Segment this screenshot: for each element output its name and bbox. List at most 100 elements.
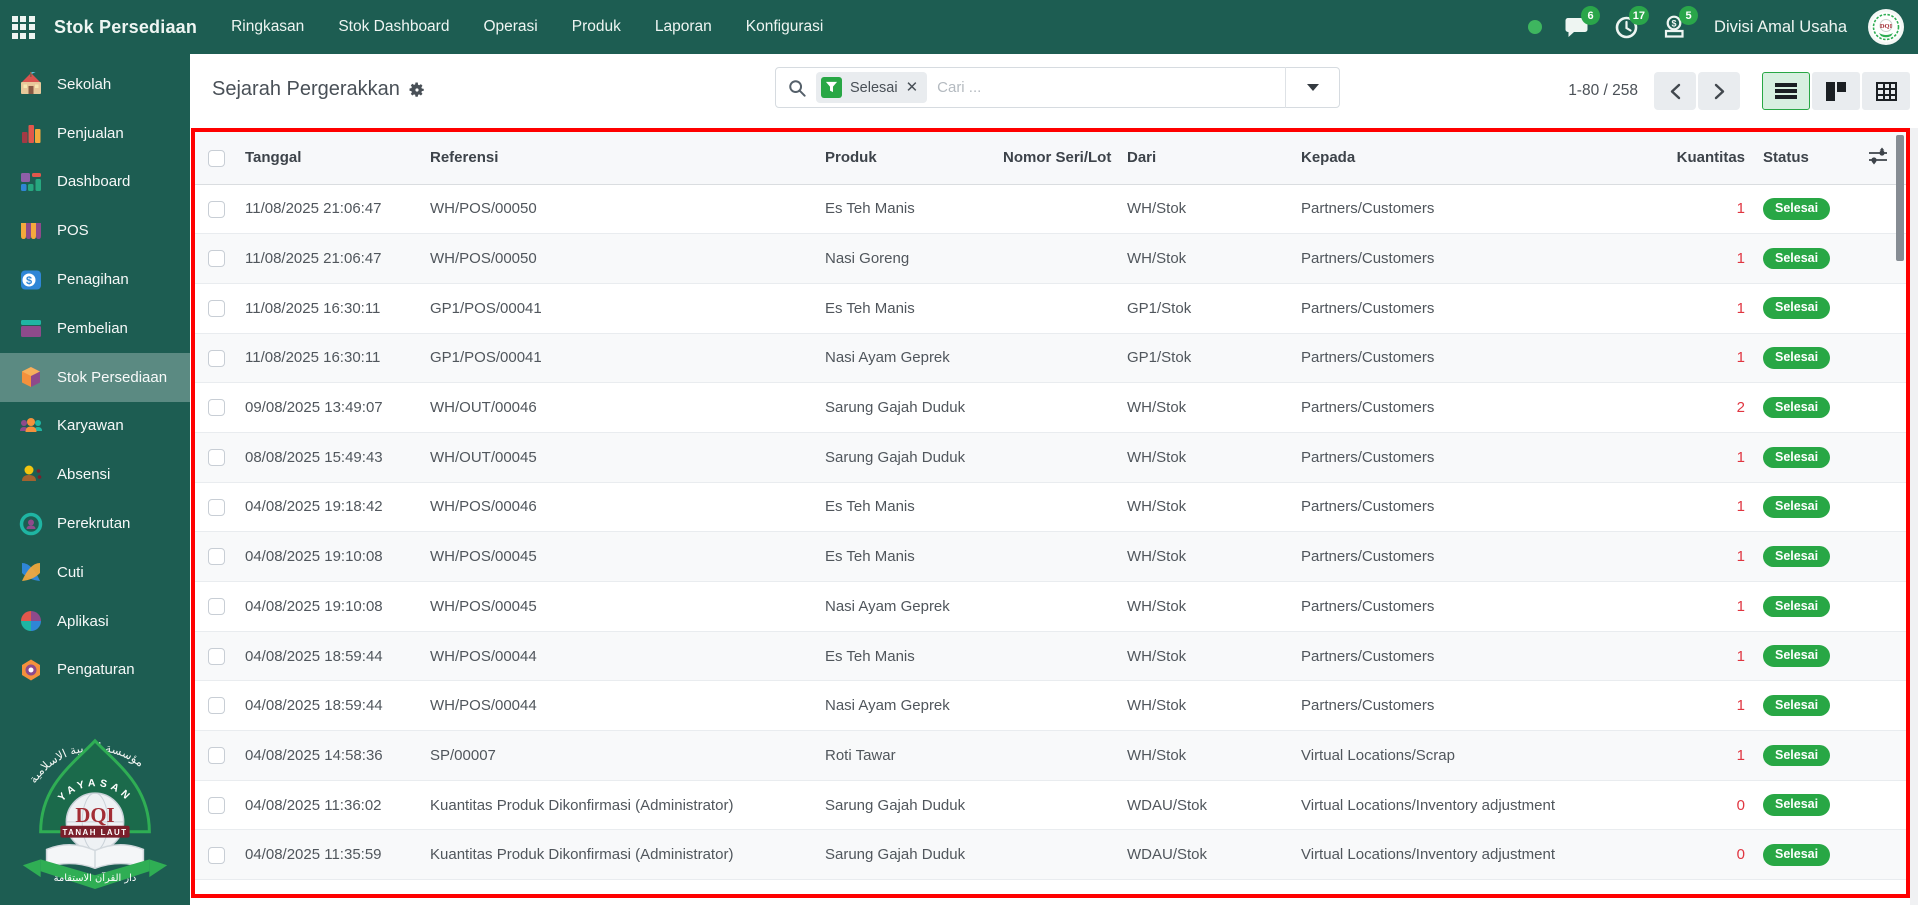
- sidebar-item-stok-persediaan[interactable]: Stok Persediaan: [0, 353, 190, 402]
- cell-checkbox[interactable]: [195, 780, 237, 830]
- company-name[interactable]: Divisi Amal Usaha: [1714, 18, 1847, 37]
- cell-checkbox[interactable]: [195, 234, 237, 284]
- row-checkbox[interactable]: [208, 847, 225, 864]
- view-settings-gear-icon[interactable]: [408, 81, 426, 99]
- cell-checkbox[interactable]: [195, 184, 237, 234]
- cell-status: Selesai: [1753, 681, 1850, 731]
- menu-laporan[interactable]: Laporan: [655, 18, 712, 36]
- cell-checkbox[interactable]: [195, 731, 237, 781]
- column-kepada[interactable]: Kepada: [1273, 132, 1658, 184]
- sidebar-item-karyawan[interactable]: Karyawan: [0, 402, 190, 451]
- table-row[interactable]: 09/08/2025 13:49:07WH/OUT/00046Sarung Ga…: [195, 383, 1906, 433]
- menu-produk[interactable]: Produk: [572, 18, 621, 36]
- money-icon[interactable]: $ 5: [1661, 13, 1689, 41]
- sidebar-item-sekolah[interactable]: Sekolah: [0, 60, 190, 109]
- table-row[interactable]: 04/08/2025 14:58:36SP/00007Roti TawarWH/…: [195, 731, 1906, 781]
- column-kuantitas[interactable]: Kuantitas: [1658, 132, 1753, 184]
- column-produk[interactable]: Produk: [817, 132, 995, 184]
- cell-end: [1850, 830, 1906, 880]
- select-all-cell[interactable]: [195, 132, 237, 184]
- column-referensi[interactable]: Referensi: [422, 132, 817, 184]
- table-row[interactable]: 04/08/2025 11:35:59Kuantitas Produk Diko…: [195, 830, 1906, 880]
- cell-referensi: SP/00007: [422, 731, 817, 781]
- sidebar-item-aplikasi[interactable]: Aplikasi: [0, 597, 190, 646]
- cell-tanggal: 11/08/2025 21:06:47: [237, 234, 422, 284]
- cell-kepada: Partners/Customers: [1273, 333, 1658, 383]
- kanban-view-button[interactable]: [1812, 72, 1860, 110]
- menu-operasi[interactable]: Operasi: [483, 18, 537, 36]
- menu-konfigurasi[interactable]: Konfigurasi: [746, 18, 824, 36]
- cell-checkbox[interactable]: [195, 532, 237, 582]
- cell-checkbox[interactable]: [195, 681, 237, 731]
- row-checkbox[interactable]: [208, 648, 225, 665]
- row-checkbox[interactable]: [208, 350, 225, 367]
- column-status[interactable]: Status: [1753, 132, 1850, 184]
- row-checkbox[interactable]: [208, 548, 225, 565]
- cell-checkbox[interactable]: [195, 631, 237, 681]
- table-row[interactable]: 04/08/2025 11:00:13WH/INT/00004Sarung Ga…: [195, 880, 1906, 898]
- page-title: Sejarah Pergerakkan: [212, 78, 400, 101]
- menu-ringkasan[interactable]: Ringkasan: [231, 18, 304, 36]
- row-checkbox[interactable]: [208, 896, 225, 898]
- table-row[interactable]: 11/08/2025 16:30:11GP1/POS/00041Nasi Aya…: [195, 333, 1906, 383]
- row-checkbox[interactable]: [208, 747, 225, 764]
- table-row[interactable]: 04/08/2025 19:10:08WH/POS/00045Nasi Ayam…: [195, 582, 1906, 632]
- apps-grid-icon[interactable]: [0, 0, 46, 54]
- sidebar-item-pengaturan[interactable]: Pengaturan: [0, 646, 190, 695]
- filter-remove-icon[interactable]: ✕: [906, 80, 919, 95]
- list-view-button[interactable]: [1762, 72, 1810, 110]
- table-row[interactable]: 04/08/2025 18:59:44WH/POS/00044Es Teh Ma…: [195, 631, 1906, 681]
- pager-previous-button[interactable]: [1654, 72, 1696, 110]
- sidebar-item-pos[interactable]: POS: [0, 206, 190, 255]
- cell-checkbox[interactable]: [195, 582, 237, 632]
- table-row[interactable]: 11/08/2025 16:30:11GP1/POS/00041Es Teh M…: [195, 283, 1906, 333]
- cell-checkbox[interactable]: [195, 482, 237, 532]
- activities-clock-icon[interactable]: 17: [1612, 13, 1640, 41]
- column-dari[interactable]: Dari: [1099, 132, 1273, 184]
- cell-kepada: Partners/Customers: [1273, 681, 1658, 731]
- select-all-checkbox[interactable]: [208, 150, 225, 167]
- sidebar-item-perekrutan[interactable]: Perekrutan: [0, 499, 190, 548]
- table-row[interactable]: 04/08/2025 18:59:44WH/POS/00044Nasi Ayam…: [195, 681, 1906, 731]
- table-row[interactable]: 08/08/2025 15:49:43WH/OUT/00045Sarung Ga…: [195, 432, 1906, 482]
- row-checkbox[interactable]: [208, 201, 225, 218]
- messages-icon[interactable]: 6: [1563, 13, 1591, 41]
- row-checkbox[interactable]: [208, 300, 225, 317]
- search-dropdown-toggle[interactable]: [1285, 67, 1339, 108]
- pivot-view-button[interactable]: [1862, 72, 1910, 110]
- table-row[interactable]: 11/08/2025 21:06:47WH/POS/00050Es Teh Ma…: [195, 184, 1906, 234]
- cell-checkbox[interactable]: [195, 333, 237, 383]
- row-checkbox[interactable]: [208, 399, 225, 416]
- row-checkbox[interactable]: [208, 797, 225, 814]
- sidebar-item-penjualan[interactable]: Penjualan: [0, 109, 190, 158]
- row-checkbox[interactable]: [208, 598, 225, 615]
- filter-chip-selesai[interactable]: Selesai ✕: [816, 72, 927, 103]
- table-scrollbar-thumb[interactable]: [1896, 135, 1904, 261]
- cell-checkbox[interactable]: [195, 283, 237, 333]
- pager-next-button[interactable]: [1698, 72, 1740, 110]
- sidebar-item-cuti[interactable]: Cuti: [0, 548, 190, 597]
- user-avatar[interactable]: DQI: [1868, 9, 1904, 45]
- column-tanggal[interactable]: Tanggal: [237, 132, 422, 184]
- sidebar-item-penagihan[interactable]: $ Penagihan: [0, 255, 190, 304]
- cell-checkbox[interactable]: [195, 830, 237, 880]
- sidebar-item-dashboard[interactable]: Dashboard: [0, 158, 190, 207]
- sidebar-item-absensi[interactable]: Absensi: [0, 450, 190, 499]
- column-nomor-seri-lot[interactable]: Nomor Seri/Lot: [995, 132, 1099, 184]
- search-input[interactable]: [927, 79, 1285, 96]
- page-scroll-track[interactable]: [1910, 128, 1918, 905]
- row-checkbox[interactable]: [208, 250, 225, 267]
- row-checkbox[interactable]: [208, 697, 225, 714]
- cell-checkbox[interactable]: [195, 432, 237, 482]
- table-row[interactable]: 04/08/2025 19:10:08WH/POS/00045Es Teh Ma…: [195, 532, 1906, 582]
- cell-checkbox[interactable]: [195, 880, 237, 898]
- menu-stok-dashboard[interactable]: Stok Dashboard: [338, 18, 449, 36]
- table-row[interactable]: 04/08/2025 11:36:02Kuantitas Produk Diko…: [195, 780, 1906, 830]
- row-checkbox[interactable]: [208, 499, 225, 516]
- table-row[interactable]: 04/08/2025 19:18:42WH/POS/00046Es Teh Ma…: [195, 482, 1906, 532]
- row-checkbox[interactable]: [208, 449, 225, 466]
- sidebar-item-pembelian[interactable]: Pembelian: [0, 304, 190, 353]
- topbar: Stok Persediaan Ringkasan Stok Dashboard…: [0, 0, 1918, 54]
- cell-checkbox[interactable]: [195, 383, 237, 433]
- table-row[interactable]: 11/08/2025 21:06:47WH/POS/00050Nasi Gore…: [195, 234, 1906, 284]
